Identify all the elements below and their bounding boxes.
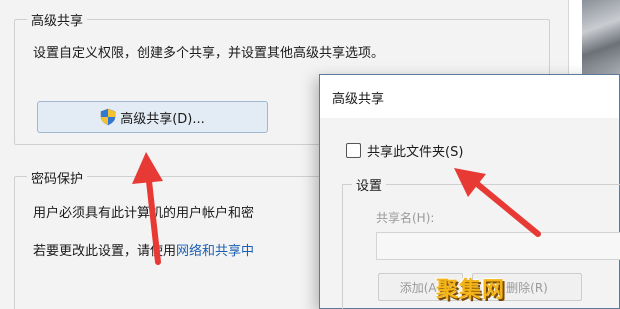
- dialog-titlebar[interactable]: 高级共享: [320, 75, 619, 118]
- advanced-sharing-button-label: 高级共享(D)...: [120, 111, 205, 127]
- uac-shield-icon: [100, 108, 116, 126]
- advanced-sharing-group-title: 高级共享: [27, 10, 88, 29]
- change-setting-text: 若要更改此设置，请使用网络和共享中: [33, 240, 254, 259]
- network-sharing-center-link[interactable]: 网络和共享中: [176, 244, 254, 259]
- site-watermark: 聚集网: [436, 278, 506, 303]
- share-folder-checkbox[interactable]: [346, 143, 361, 158]
- settings-group-title: 设置: [352, 175, 387, 194]
- dialog-title: 高级共享: [332, 92, 385, 107]
- advanced-sharing-description: 设置自定义权限，创建多个共享，并设置其他高级共享选项。: [33, 46, 385, 61]
- share-name-input[interactable]: [376, 232, 620, 260]
- wallpaper-thumbnail: [582, 0, 620, 80]
- password-protection-description: 用户必须具有此计算机的用户帐户和密: [33, 206, 255, 221]
- password-protection-group-title: 密码保护: [27, 168, 88, 187]
- share-folder-label: 共享此文件夹(S): [367, 145, 464, 160]
- change-setting-prefix: 若要更改此设置，请使用: [33, 244, 177, 259]
- advanced-sharing-button[interactable]: 高级共享(D)...: [37, 101, 268, 133]
- share-folder-checkbox-row[interactable]: 共享此文件夹(S): [346, 141, 463, 160]
- share-name-label: 共享名(H):: [376, 211, 435, 225]
